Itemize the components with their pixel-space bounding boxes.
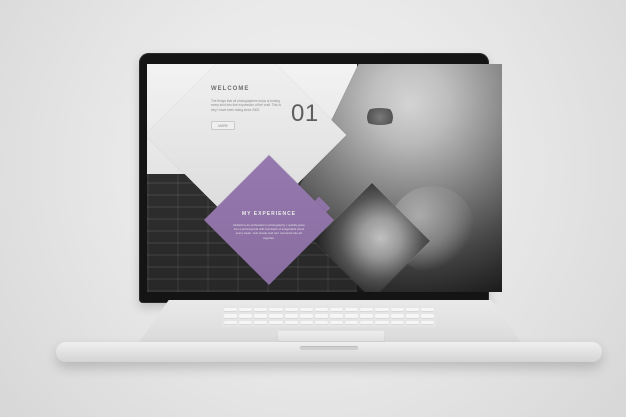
keyboard-key [254, 320, 268, 325]
keyboard-key [299, 308, 313, 313]
portrait-lips [361, 108, 399, 125]
keyboard-key [330, 308, 344, 313]
keyboard-key [269, 308, 283, 313]
laptop-base [56, 300, 602, 364]
welcome-body: The things that all photographers enjoy … [211, 99, 281, 112]
keyboard-key [239, 320, 253, 325]
keyboard-key [284, 314, 298, 319]
keyboard-key [375, 320, 389, 325]
keyboard-key [375, 308, 389, 313]
keyboard-key [330, 320, 344, 325]
keyboard-key [314, 320, 328, 325]
laptop-screen: WELCOME The things that all photographer… [147, 64, 502, 292]
keyboard-key [405, 314, 419, 319]
keyboard-key [314, 314, 328, 319]
keyboard-key [254, 314, 268, 319]
keyboard-key [330, 314, 344, 319]
welcome-title: WELCOME [211, 86, 250, 92]
keyboard-key [345, 320, 359, 325]
keyboard-key [224, 314, 238, 319]
keyboard-key [375, 314, 389, 319]
laptop: WELCOME The things that all photographer… [0, 0, 626, 417]
keyboard-key [420, 308, 434, 313]
keyboard-key [284, 308, 298, 313]
welcome-number: 01 [291, 100, 319, 127]
keyboard-key [390, 320, 404, 325]
experience-section: MY EXPERIENCE Default is an enthusiast i… [233, 211, 305, 240]
keyboard-key [345, 308, 359, 313]
keyboard-key [224, 308, 238, 313]
keyboard-key [239, 308, 253, 313]
keyboard-key [239, 314, 253, 319]
experience-body: Default is an enthusiast in photography.… [233, 223, 305, 240]
keyboard-key [390, 314, 404, 319]
keyboard-key [420, 314, 434, 319]
keyboard-key [360, 308, 374, 313]
keyboard-key [405, 308, 419, 313]
keyboard-key [284, 320, 298, 325]
keyboard-key [314, 308, 328, 313]
keyboard-key [360, 320, 374, 325]
keyboard-key [390, 308, 404, 313]
keyboard-key [360, 314, 374, 319]
keyboard-key [345, 314, 359, 319]
keyboard-key [254, 308, 268, 313]
trackpad [277, 330, 385, 342]
experience-title: MY EXPERIENCE [241, 211, 297, 217]
keyboard-key [405, 320, 419, 325]
keyboard-key [299, 320, 313, 325]
keyboard-key [420, 320, 434, 325]
laptop-hinge [300, 346, 358, 350]
more-button[interactable]: MORE [211, 121, 235, 131]
keyboard-key [269, 314, 283, 319]
keyboard-key [299, 314, 313, 319]
keyboard [222, 306, 436, 327]
keyboard-key [224, 320, 238, 325]
laptop-base-edge [56, 342, 602, 362]
keyboard-key [269, 320, 283, 325]
